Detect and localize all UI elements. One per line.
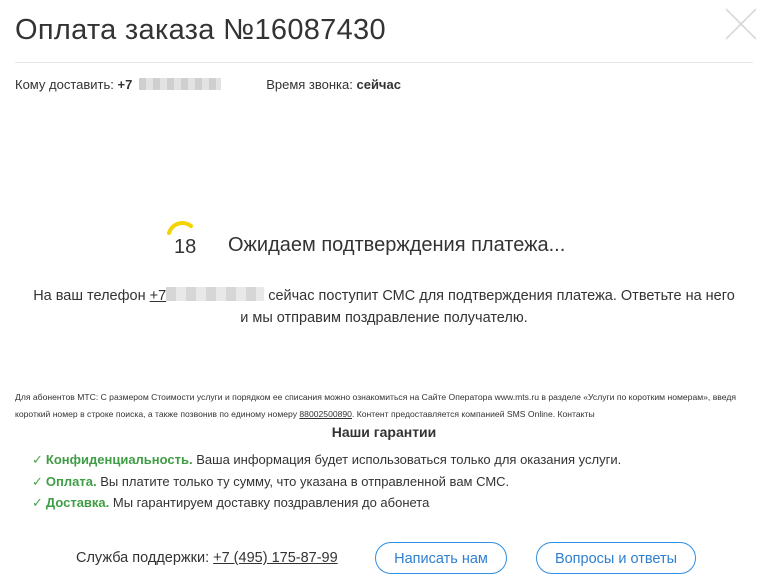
guarantee-text: Вы платите только ту сумму, что указана … [100,473,510,489]
guarantees-list: ✓ Конфиденциальность. Ваша информация буд… [32,452,621,517]
countdown-timer: 18 [174,236,197,258]
modal-header: Оплата заказа №16087430 [0,0,768,62]
masked-phone [138,78,221,90]
support-label: Служба поддержки: [76,550,210,566]
page-title: Оплата заказа №16087430 [15,14,386,46]
check-icon: ✓ [32,495,43,510]
support-line: Служба поддержки: +7 (495) 175-87-99 [76,550,338,566]
legal-text-tail: . Контент предоставляется компанией SMS … [351,409,595,419]
guarantees-title: Наши гарантии [331,424,437,440]
guarantee-text: Ваша информация будет использоваться тол… [196,452,622,467]
support-phone-link[interactable]: +7 (495) 175-87-99 [213,550,338,566]
sms-text-before: На ваш телефон [33,288,146,304]
legal-disclaimer: Для абонентов МТС: С размером Стоимости … [15,389,755,423]
guarantee-head: Конфиденциальность. [45,452,193,467]
sms-text-after: сейчас поступит СМС для подтверждения пл… [268,288,735,304]
close-icon [725,8,757,40]
call-time-label: Время звонка: [266,77,353,92]
check-icon: ✓ [32,473,43,489]
header-divider [15,62,753,63]
sms-note: На ваш телефон +7 сейчас поступит СМС дл… [0,285,768,329]
guarantee-head: Оплата. [45,473,97,489]
guarantee-item: ✓ Конфиденциальность. Ваша информация буд… [32,452,621,474]
guarantee-item: ✓ Доставка. Мы гарантируем доставку поздр… [32,495,621,517]
close-button[interactable] [723,6,759,42]
sms-phone-prefix: +7 [149,288,167,304]
legal-phone-number: 88002500890 [299,409,352,419]
sms-text-line2: и мы отправим поздравление получателю. [240,310,528,326]
masked-phone [166,287,265,301]
faq-button[interactable]: Вопросы и ответы [536,542,696,574]
check-icon: ✓ [32,452,43,467]
deliver-phone-prefix: +7 [117,77,133,92]
write-us-button[interactable]: Написать нам [375,542,507,574]
order-info-row: Кому доставить: +7 Время звонка: сейчас [15,77,401,92]
waiting-message: Ожидаем подтверждения платежа... [228,234,566,256]
call-time-value: сейчас [356,77,401,92]
deliver-label: Кому доставить: [15,77,114,92]
guarantee-head: Доставка. [45,495,110,510]
guarantee-text: Мы гарантируем доставку поздравления до … [112,495,430,510]
guarantee-item: ✓ Оплата. Вы платите только ту сумму, что… [32,474,621,496]
